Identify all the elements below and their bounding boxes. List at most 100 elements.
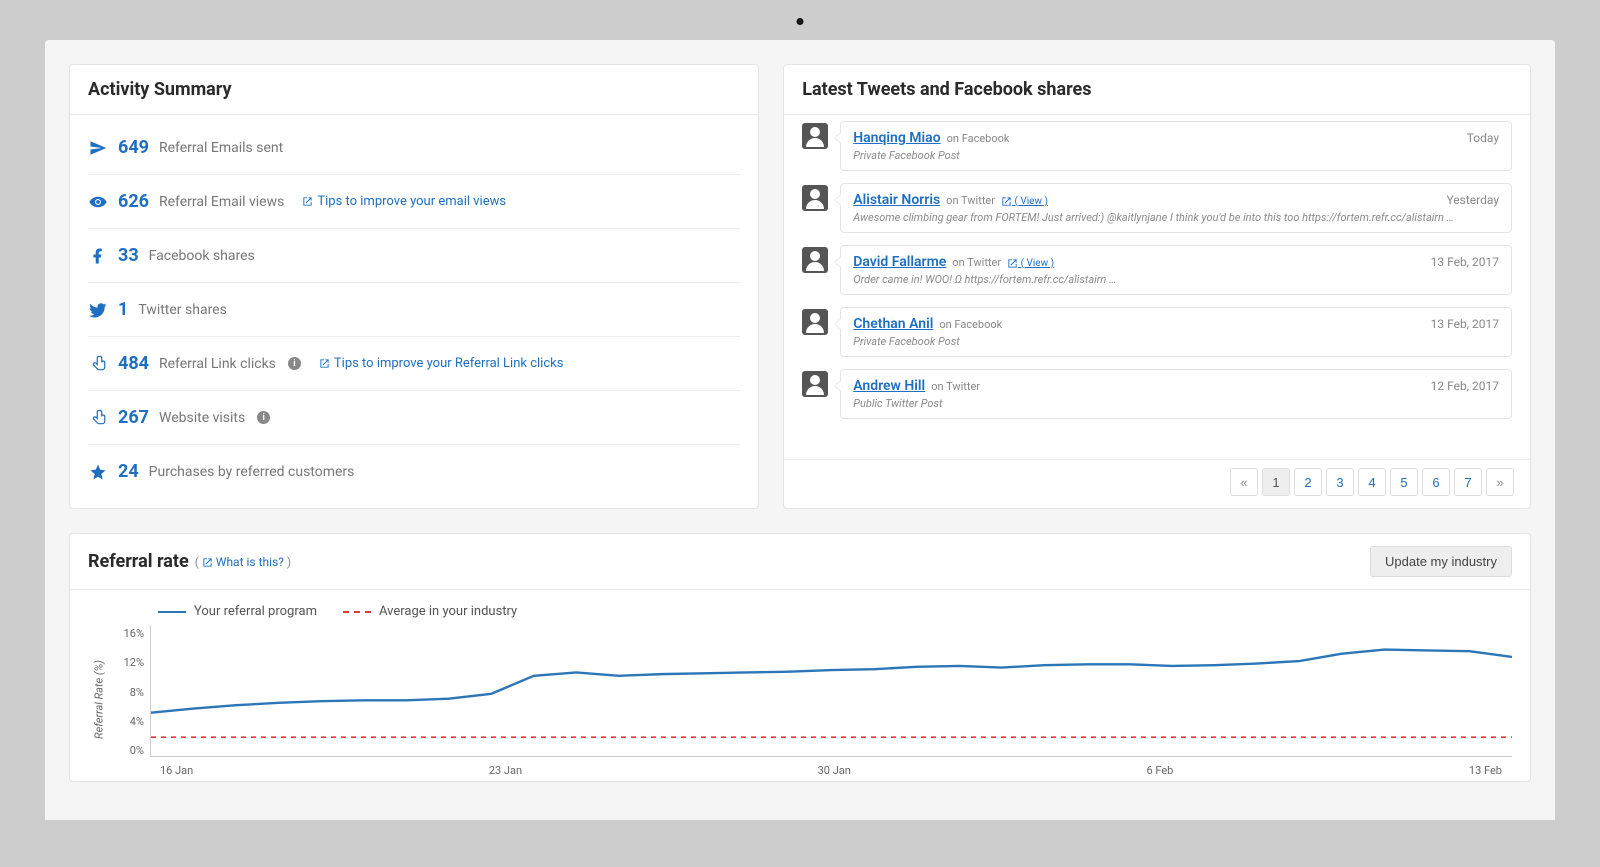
referral-rate-panel: Referral rate ( What is this? ) Update m… — [69, 533, 1531, 782]
activity-label: Facebook shares — [149, 248, 255, 264]
feed-date: 12 Feb, 2017 — [1431, 379, 1499, 393]
y-tick: 12% — [110, 656, 144, 669]
y-tick: 0% — [110, 744, 144, 757]
pointer-icon — [88, 408, 108, 428]
referral-rate-help: ( What is this? ) — [195, 555, 291, 569]
activity-count: 484 — [118, 353, 149, 374]
activity-label: Website visits — [159, 410, 245, 426]
activity-label: Purchases by referred customers — [149, 464, 355, 480]
feed-view-link[interactable]: ( View ) — [1001, 196, 1048, 207]
feed-item: Andrew Hillon Twitter12 Feb, 2017Public … — [802, 369, 1512, 419]
activity-label: Referral Link clicks — [159, 356, 276, 372]
page-prev-button[interactable]: « — [1230, 468, 1258, 496]
activity-row-fb-shares: 33 Facebook shares — [88, 229, 740, 283]
tip-link[interactable]: Tips to improve your Referral Link click… — [319, 356, 564, 371]
page-7-button[interactable]: 7 — [1454, 468, 1482, 496]
feed-item: Hanqing Miaoon FacebookTodayPrivate Face… — [802, 121, 1512, 171]
referral-rate-chart: Referral Rate (%) 16%12%8%4%0% 16 Jan23 … — [88, 625, 1512, 775]
activity-count: 1 — [118, 299, 128, 320]
page-1-button[interactable]: 1 — [1262, 468, 1290, 496]
legend-swatch-industry — [343, 611, 371, 613]
feed-source: on Facebook — [939, 318, 1002, 331]
feed-user-link[interactable]: David Fallarme — [853, 254, 946, 270]
activity-row-purchases: 24Purchases by referred customers — [88, 445, 740, 498]
page-5-button[interactable]: 5 — [1390, 468, 1418, 496]
feed-body-text: Private Facebook Post — [853, 335, 1499, 348]
feed-body-text: Private Facebook Post — [853, 149, 1499, 162]
x-tick: 23 Jan — [489, 764, 522, 777]
what-is-this-link[interactable]: What is this? — [216, 555, 284, 569]
info-icon[interactable]: i — [257, 411, 270, 424]
feed-date: Yesterday — [1446, 193, 1499, 207]
activity-count: 649 — [118, 137, 149, 158]
twitter-icon — [88, 300, 108, 320]
page-4-button[interactable]: 4 — [1358, 468, 1386, 496]
chart-line-program — [151, 650, 1512, 713]
chart-legend: Your referral program Average in your in… — [88, 604, 1512, 619]
legend-label-program: Your referral program — [194, 604, 317, 619]
avatar — [802, 309, 828, 335]
y-tick: 16% — [110, 627, 144, 640]
chart-y-axis: 16%12%8%4%0% — [110, 625, 150, 775]
feed-user-link[interactable]: Andrew Hill — [853, 378, 925, 394]
feed-item: Alistair Norris on Twitter ( View ) Yester… — [802, 183, 1512, 233]
feed-source: on Twitter — [952, 256, 1001, 269]
feed-user-link[interactable]: Chethan Anil — [853, 316, 933, 332]
page-2-button[interactable]: 2 — [1294, 468, 1322, 496]
facebook-icon — [88, 246, 108, 266]
activity-row-tw-shares: 1Twitter shares — [88, 283, 740, 337]
activity-count: 267 — [118, 407, 149, 428]
avatar — [802, 247, 828, 273]
chart-plot-area — [150, 625, 1512, 757]
activity-row-email-views: 626 Referral Email views Tips to improve … — [88, 175, 740, 229]
feed-date: 13 Feb, 2017 — [1431, 255, 1499, 269]
avatar — [802, 123, 828, 149]
star-icon — [88, 462, 108, 482]
y-tick: 8% — [110, 686, 144, 699]
x-tick: 6 Feb — [1146, 764, 1173, 777]
feed-source: on Twitter — [946, 194, 995, 207]
feed-source: on Facebook — [947, 132, 1010, 145]
chart-y-axis-label: Referral Rate (%) — [88, 625, 110, 775]
activity-count: 33 — [118, 245, 139, 266]
social-feed-title: Latest Tweets and Facebook shares — [784, 65, 1530, 115]
page-next-button[interactable]: » — [1486, 468, 1514, 496]
feed-view-link[interactable]: ( View ) — [1007, 258, 1054, 269]
paper-plane-icon — [88, 138, 108, 158]
legend-label-industry: Average in your industry — [379, 604, 517, 619]
page-6-button[interactable]: 6 — [1422, 468, 1450, 496]
feed-body-text: Public Twitter Post — [853, 397, 1499, 410]
activity-summary-panel: Activity Summary 649Referral Emails sent… — [69, 64, 759, 509]
referral-rate-title: Referral rate — [88, 551, 189, 572]
info-icon[interactable]: i — [288, 357, 301, 370]
activity-count: 626 — [118, 191, 149, 212]
legend-swatch-program — [158, 611, 186, 613]
tip-link[interactable]: Tips to improve your email views — [302, 194, 506, 209]
feed-body-text: Awesome climbing gear from FORTEM! Just … — [853, 211, 1499, 224]
x-tick: 13 Feb — [1469, 764, 1502, 777]
feed-item: Chethan Anil on Facebook 13 Feb, 2017 Priva… — [802, 307, 1512, 357]
avatar — [802, 185, 828, 211]
x-tick: 16 Jan — [160, 764, 193, 777]
pagination: «1234567» — [784, 459, 1530, 508]
activity-label: Referral Email views — [159, 194, 284, 210]
eye-icon — [88, 192, 108, 212]
avatar — [802, 371, 828, 397]
update-industry-button[interactable]: Update my industry — [1370, 546, 1512, 577]
feed-date: 13 Feb, 2017 — [1431, 317, 1499, 331]
page-3-button[interactable]: 3 — [1326, 468, 1354, 496]
pointer-icon — [88, 354, 108, 374]
feed-bubble: Alistair Norris on Twitter ( View ) Yester… — [840, 183, 1512, 233]
camera-dot — [797, 18, 804, 25]
feed-user-link[interactable]: Hanqing Miao — [853, 130, 940, 146]
feed-item: David Fallarme on Twitter ( View ) 13 Feb,… — [802, 245, 1512, 295]
feed-body-text: Order came in! WOO! Ω https://fortem.ref… — [853, 273, 1499, 286]
activity-summary-title: Activity Summary — [70, 65, 758, 115]
external-link-icon — [202, 557, 213, 568]
chart-x-axis: 16 Jan23 Jan30 Jan6 Feb13 Feb — [150, 764, 1512, 777]
feed-bubble: Andrew Hillon Twitter12 Feb, 2017Public … — [840, 369, 1512, 419]
activity-row-emails-sent: 649Referral Emails sent — [88, 121, 740, 175]
feed-bubble: Chethan Anil on Facebook 13 Feb, 2017 Priva… — [840, 307, 1512, 357]
activity-row-link-clicks: 484 Referral Link clicks i Tips to improve… — [88, 337, 740, 391]
feed-user-link[interactable]: Alistair Norris — [853, 192, 940, 208]
